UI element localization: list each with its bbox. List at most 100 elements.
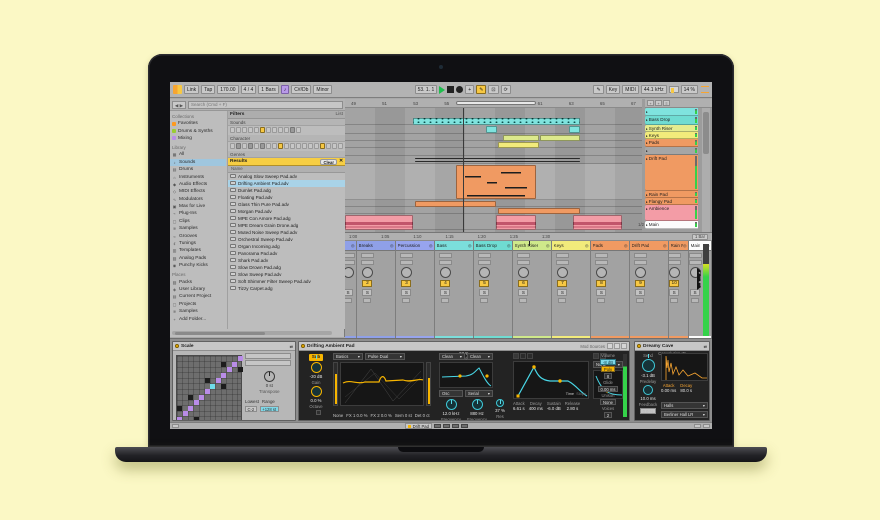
filter2-frequency-knob[interactable] — [472, 399, 483, 410]
pan-knob[interactable] — [345, 267, 354, 278]
track-activator-button[interactable]: 4 — [440, 280, 450, 287]
collection-item[interactable]: Favorites — [170, 120, 226, 127]
scale-grid-cell[interactable] — [205, 378, 210, 383]
output-routing-box[interactable] — [478, 260, 491, 265]
gain-knob[interactable] — [311, 362, 322, 373]
menu-icon[interactable] — [701, 86, 709, 93]
mixer-track-header[interactable]: Percussion◎ — [396, 241, 434, 251]
osc-shape-menu[interactable]: Pulse Dual▾ — [365, 353, 405, 360]
time-signature-field[interactable]: 4 / 4 — [241, 85, 257, 94]
scale-grid-cell[interactable] — [199, 395, 204, 400]
link-button[interactable]: Link — [184, 85, 199, 94]
result-row[interactable]: Organ Incoming.adg — [228, 243, 345, 250]
chain-device-thumb[interactable] — [461, 424, 468, 429]
filter-chip[interactable] — [278, 143, 283, 149]
result-row[interactable]: Muted Noise Sweep Pad.adv — [228, 229, 345, 236]
ableton-logo-icon[interactable] — [173, 85, 182, 94]
solo-button[interactable]: S — [669, 289, 679, 296]
track-activator-button[interactable]: 9 — [635, 280, 645, 287]
filter2-type-menu[interactable]: Clean▾ — [467, 353, 493, 360]
filter-chip[interactable] — [266, 127, 271, 133]
output-routing-box[interactable] — [517, 260, 530, 265]
mixer-track-header[interactable]: Bass Drop◎ — [474, 241, 512, 251]
sidebar-library-item[interactable]: ≈Grooves — [170, 232, 226, 239]
arm-button[interactable] — [636, 298, 644, 303]
mod-tab[interactable] — [607, 343, 613, 349]
track-activator-button[interactable]: 7 — [557, 280, 567, 287]
output-routing-box[interactable] — [689, 260, 702, 265]
decay-param[interactable]: Decay80.0 s — [680, 383, 692, 393]
unfold-track-icon[interactable]: ▸ — [646, 199, 648, 205]
filter-chip[interactable] — [260, 127, 265, 133]
filter-chip[interactable] — [236, 127, 241, 133]
solo-button[interactable]: S — [635, 289, 645, 296]
filter-chip[interactable] — [266, 143, 271, 149]
track-lane[interactable] — [345, 141, 642, 148]
browser-history-buttons[interactable]: ◀ ▶ — [172, 101, 186, 109]
track-lane[interactable] — [345, 207, 642, 214]
collection-item[interactable]: Mixing — [170, 135, 226, 142]
filter-chip[interactable] — [248, 143, 253, 149]
unfold-track-icon[interactable]: ▸ — [646, 117, 648, 123]
track-activator-button[interactable]: 3 — [401, 280, 411, 287]
arrangement-clip[interactable] — [413, 118, 580, 125]
envelope-tab[interactable] — [520, 353, 526, 359]
unison-mode-menu[interactable]: None — [600, 399, 615, 405]
device-on-led[interactable] — [301, 344, 305, 348]
mixer-track-header[interactable]: Rain Pad◎ — [669, 241, 688, 251]
arrangement-vertical-scrollbar[interactable] — [702, 108, 710, 232]
input-routing-box[interactable] — [478, 253, 491, 258]
filter-chip[interactable] — [284, 127, 289, 133]
filter-chip[interactable] — [290, 143, 295, 149]
envelope-param[interactable]: Sustain-6.0 dB — [547, 401, 561, 411]
output-routing-box[interactable] — [556, 260, 569, 265]
sidebar-library-item[interactable]: ⌁Plug-Ins — [170, 210, 226, 217]
playhead[interactable] — [463, 108, 464, 232]
sidebar-library-item[interactable]: ▦All — [170, 151, 226, 158]
mixer-track-header[interactable]: Bass◎ — [435, 241, 473, 251]
feedback-value[interactable]: 0.0 % — [640, 408, 656, 414]
scale-grid-cell[interactable] — [221, 362, 226, 367]
filter-chip[interactable] — [254, 143, 259, 149]
track-activator-button[interactable]: 10 — [669, 280, 679, 287]
scale-grid-cell[interactable] — [177, 417, 182, 422]
sidebar-place-item[interactable]: ◈User Library — [170, 286, 226, 293]
tune-knob[interactable] — [311, 386, 322, 397]
arrangement-clip[interactable] — [496, 215, 536, 230]
input-routing-box[interactable] — [400, 253, 413, 258]
range-value[interactable]: +128 st — [260, 406, 279, 412]
output-routing-box[interactable] — [361, 260, 374, 265]
track-lane[interactable] — [345, 148, 642, 156]
sidebar-place-item[interactable]: ▤Current Project — [170, 293, 226, 300]
track-activator-button[interactable]: 6 — [518, 280, 528, 287]
mixer-track-header[interactable]: Pads◎ — [591, 241, 629, 251]
arm-button[interactable] — [558, 298, 566, 303]
mixer-track-header[interactable]: Breaks◎ — [357, 241, 395, 251]
sidebar-library-item[interactable]: ▤Drums — [170, 166, 226, 173]
loop-brace[interactable] — [456, 101, 536, 105]
scale-grid[interactable] — [176, 355, 242, 421]
clear-filters-button[interactable]: Clear — [320, 159, 336, 165]
solo-button[interactable]: S — [479, 289, 489, 296]
scale-grid-cell[interactable] — [238, 356, 243, 361]
arrangement-clip[interactable] — [569, 126, 580, 133]
filter-chip[interactable] — [284, 143, 289, 149]
envelope-param[interactable]: Attack6.61 s — [513, 401, 525, 411]
filter-chip[interactable] — [338, 143, 343, 149]
solo-button[interactable]: S — [440, 289, 450, 296]
add-return-button[interactable]: + — [655, 100, 662, 106]
volume-fader-handle[interactable] — [697, 268, 701, 274]
unfold-track-icon[interactable]: ▸ — [646, 222, 648, 228]
scale-grid-cell[interactable] — [221, 384, 226, 389]
input-routing-box[interactable] — [669, 253, 681, 258]
input-routing-box[interactable] — [556, 253, 569, 258]
loop-button[interactable]: ⟳ — [501, 85, 511, 94]
resonance-knob[interactable] — [496, 399, 504, 407]
sidebar-library-item[interactable]: ▧Analog Pads — [170, 255, 226, 262]
scale-grid-cell[interactable] — [177, 406, 182, 411]
solo-button[interactable]: S — [362, 289, 372, 296]
arrangement-track-header[interactable]: ▸ Main — [645, 221, 698, 229]
show-browser-icon[interactable] — [172, 424, 179, 429]
output-routing-box[interactable] — [595, 260, 608, 265]
ir-file-menu[interactable]: Berliner Hall LR▾ — [661, 411, 708, 418]
